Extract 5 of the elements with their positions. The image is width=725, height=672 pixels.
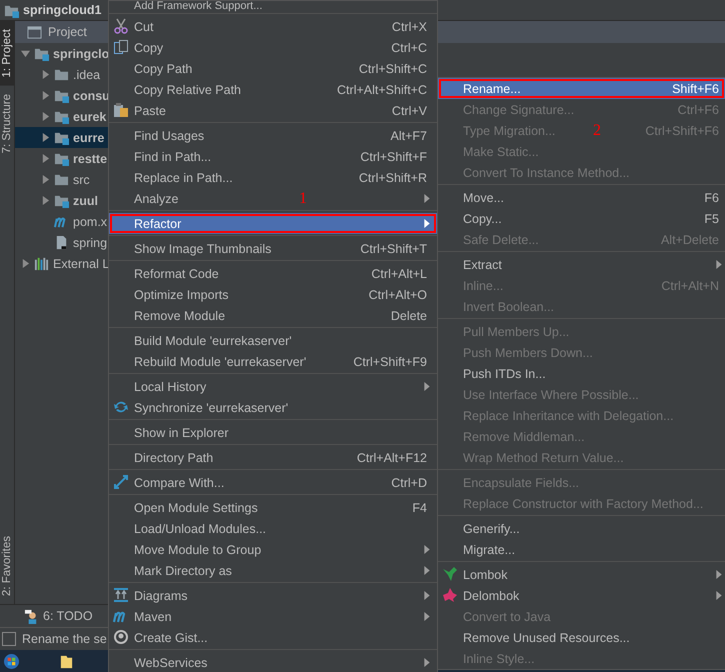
status-text: Rename the se (22, 632, 107, 646)
annotation-number: 2 (593, 121, 601, 141)
annotation-number: 1 (299, 189, 307, 209)
panel-title: Project (48, 25, 87, 39)
project-title: springcloud1 (23, 3, 102, 17)
